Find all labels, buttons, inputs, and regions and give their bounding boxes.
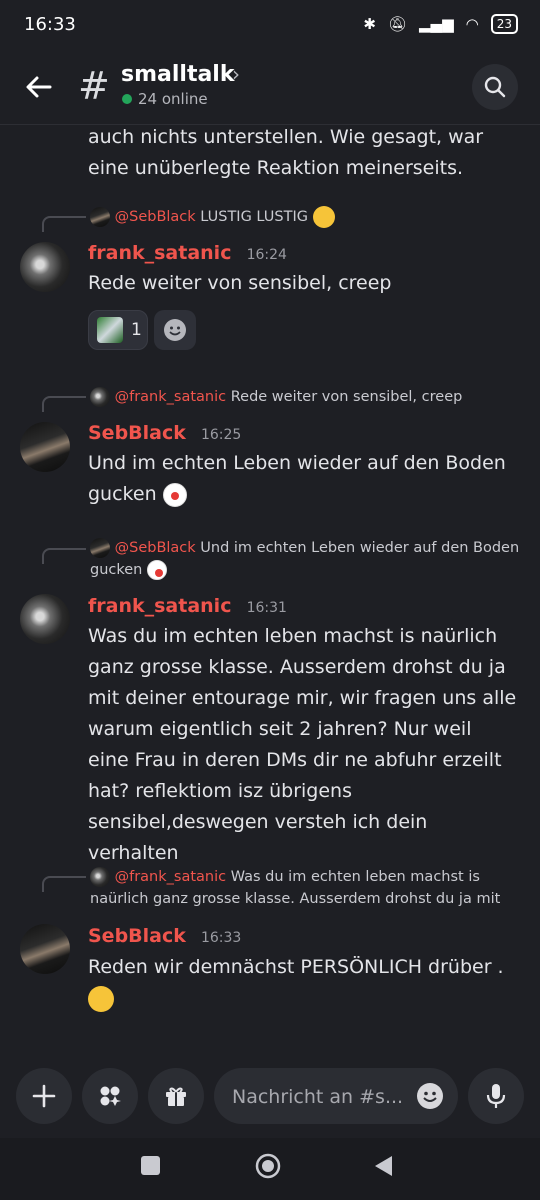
username[interactable]: SebBlack xyxy=(88,925,186,947)
message-emoji-line xyxy=(88,986,114,1012)
message-text: Was du im echten leben machst is naürlic… xyxy=(88,625,517,864)
username[interactable]: frank_satanic xyxy=(88,595,231,617)
reply-preview[interactable]: @SebBlack Und im echten Leben wieder auf… xyxy=(90,537,520,581)
username[interactable]: SebBlack xyxy=(88,422,186,444)
message-text: Rede weiter von sensibel, creep xyxy=(88,272,392,294)
avatar[interactable] xyxy=(20,594,70,644)
wifi-icon: ◠ xyxy=(465,15,479,33)
add-attachment-button[interactable] xyxy=(16,1068,72,1124)
status-bar: 16:33 ✱ 🔕︎ ▂▄▆ ◠ 23 xyxy=(0,0,540,52)
reply-spine xyxy=(42,396,86,412)
reply-spine xyxy=(42,876,86,892)
reply-avatar xyxy=(90,387,110,407)
avatar[interactable] xyxy=(20,422,70,472)
emoji-picker-button[interactable] xyxy=(416,1082,444,1114)
channel-title[interactable]: smalltalk xyxy=(121,62,234,87)
reply-mention: @frank_satanic xyxy=(114,389,227,405)
signal-icon: ▂▄▆ xyxy=(419,15,454,33)
eye-roll-emoji xyxy=(312,206,335,228)
online-count: 24 online xyxy=(138,90,208,108)
reply-avatar xyxy=(90,867,110,887)
bluetooth-icon: ✱ xyxy=(363,15,376,33)
message-body: Und im echten Leben wieder auf den Boden… xyxy=(88,448,518,510)
apps-button[interactable] xyxy=(82,1068,138,1124)
timestamp: 16:24 xyxy=(246,247,287,263)
status-icons: ✱ 🔕︎ ▂▄▆ ◠ 23 xyxy=(363,14,518,34)
message-input-container xyxy=(214,1068,458,1126)
avatar[interactable] xyxy=(20,924,70,974)
timestamp: 16:31 xyxy=(246,600,287,616)
back-arrow-icon[interactable] xyxy=(22,70,56,104)
battery-icon: 23 xyxy=(490,14,518,34)
voice-message-button[interactable] xyxy=(468,1068,524,1124)
back-triangle-icon[interactable] xyxy=(372,1154,394,1178)
clown-emoji xyxy=(146,560,167,580)
reaction-emoji xyxy=(97,317,123,343)
message-text-partial: auch nichts unterstellen. Wie gesagt, wa… xyxy=(88,126,484,179)
reply-spine xyxy=(42,548,86,564)
reply-preview[interactable]: @SebBlack LUSTIG LUSTIG xyxy=(90,206,530,228)
chevron-right-icon[interactable]: › xyxy=(232,62,240,86)
smiley-icon xyxy=(164,319,186,341)
saluting-face-emoji xyxy=(88,986,114,1012)
reaction-chip[interactable]: 1 xyxy=(88,310,148,350)
reply-spine xyxy=(42,216,86,232)
clown-emoji xyxy=(162,482,187,507)
online-indicator xyxy=(122,94,132,104)
message-meta: frank_satanic 16:24 xyxy=(88,242,287,264)
reply-preview[interactable]: @frank_satanic Was du im echten leben ma… xyxy=(90,866,520,910)
message-meta: SebBlack 16:25 xyxy=(88,422,241,444)
gift-button[interactable] xyxy=(148,1068,204,1124)
message-text: Und im echten Leben wieder auf den Boden… xyxy=(88,452,506,505)
add-reaction-button[interactable] xyxy=(154,310,196,350)
plus-icon xyxy=(32,1084,56,1108)
smiley-icon xyxy=(417,1083,443,1109)
reaction-count: 1 xyxy=(131,320,142,340)
message-text: Reden wir demnächst PERSÖNLICH drüber . xyxy=(88,956,504,978)
clock: 16:33 xyxy=(24,14,76,35)
message-meta: frank_satanic 16:31 xyxy=(88,595,287,617)
username[interactable]: frank_satanic xyxy=(88,242,231,264)
avatar[interactable] xyxy=(20,242,70,292)
system-nav-bar xyxy=(0,1138,540,1200)
gift-icon xyxy=(166,1087,186,1106)
recent-apps-icon[interactable] xyxy=(141,1156,160,1175)
channel-hash-icon: # xyxy=(78,64,110,108)
timestamp: 16:25 xyxy=(200,427,242,443)
reply-text: Rede weiter von sensibel, creep xyxy=(230,389,463,405)
reply-text: LUSTIG LUSTIG xyxy=(200,209,308,225)
channel-header: # smalltalk › 24 online xyxy=(0,52,540,125)
reply-avatar xyxy=(90,538,110,558)
reply-avatar xyxy=(90,207,110,227)
timestamp: 16:33 xyxy=(200,930,242,946)
search-icon xyxy=(484,76,506,98)
message-input[interactable] xyxy=(230,1068,414,1126)
reply-mention: @SebBlack xyxy=(114,209,196,225)
reply-mention: @SebBlack xyxy=(114,540,196,556)
home-icon[interactable] xyxy=(254,1152,282,1180)
microphone-icon xyxy=(486,1084,506,1108)
reply-mention: @frank_satanic xyxy=(114,869,227,885)
mute-icon: 🔕︎ xyxy=(387,15,408,33)
apps-icon xyxy=(100,1086,121,1106)
reply-preview[interactable]: @frank_satanic Rede weiter von sensibel,… xyxy=(90,386,530,408)
search-button[interactable] xyxy=(472,64,518,110)
message-meta: SebBlack 16:33 xyxy=(88,925,241,947)
